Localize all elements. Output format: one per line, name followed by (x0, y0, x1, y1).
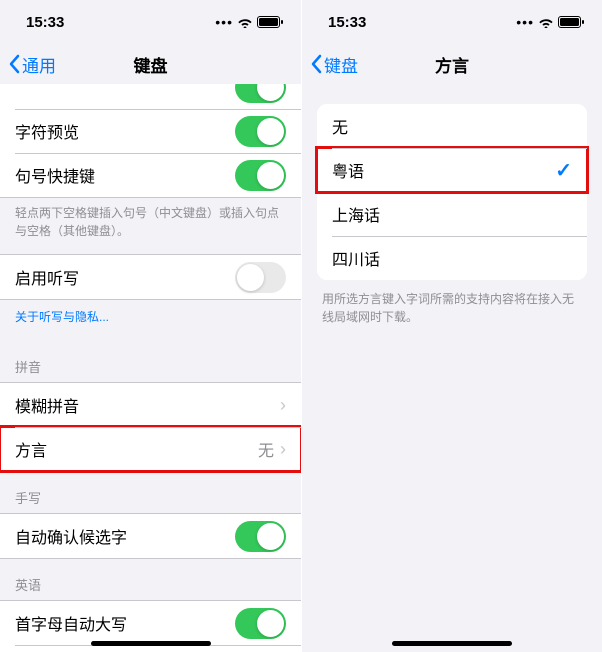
status-time: 15:33 (26, 14, 64, 31)
section-header-pinyin: 拼音 (0, 341, 301, 382)
status-indicators: ••• (215, 14, 283, 30)
content-scroll[interactable]: 无 粤语 ✓ 上海话 四川话 用所选方言键入字词所需的支持内容将在接入无线局域网… (302, 84, 602, 652)
back-label: 键盘 (324, 52, 358, 77)
content-scroll[interactable]: 字符预览 句号快捷键 轻点两下空格键插入句号（中文键盘）或插入句点与空格（其他键… (0, 84, 301, 652)
screen-keyboard-settings: 15:33 ••• 通用 键盘 字符预览 句号快捷键 (0, 0, 301, 652)
row-char-preview[interactable]: 字符预览 (0, 109, 301, 153)
row-label: 字符预览 (15, 119, 235, 143)
row-auto-confirm-candidate[interactable]: 自动确认候选字 (0, 514, 301, 558)
wifi-icon (237, 16, 253, 28)
group-pinyin: 模糊拼音 › 方言 无 › (0, 382, 301, 472)
footer-note: 用所选方言键入字词所需的支持内容将在接入无线局域网时下载。 (302, 280, 602, 336)
footer-note: 轻点两下空格键插入句号（中文键盘）或插入句点与空格（其他键盘）。 (0, 198, 301, 254)
battery-icon (558, 16, 584, 28)
chevron-left-icon (310, 54, 322, 74)
row-check-spelling[interactable]: 检查拼写 (0, 645, 301, 652)
row-label: 粤语 (332, 158, 555, 182)
chevron-right-icon: › (280, 440, 286, 458)
battery-icon (257, 16, 283, 28)
row-value: 无 (258, 437, 274, 461)
option-sichuanese[interactable]: 四川话 (317, 236, 587, 280)
status-bar: 15:33 ••• (302, 0, 602, 44)
row-label: 首字母自动大写 (15, 611, 235, 635)
row-label: 句号快捷键 (15, 163, 235, 187)
nav-bar: 键盘 方言 (302, 44, 602, 84)
status-time: 15:33 (328, 14, 366, 31)
row-auto-capitalize[interactable]: 首字母自动大写 (0, 601, 301, 645)
group-general-typing: 字符预览 句号快捷键 (0, 84, 301, 198)
row-label: 自动确认候选字 (15, 524, 235, 548)
nav-bar: 通用 键盘 (0, 44, 301, 84)
row-label: 模糊拼音 (15, 393, 280, 417)
toggle-switch[interactable] (235, 608, 286, 639)
ellipsis-icon: ••• (516, 14, 534, 30)
row-label: 方言 (15, 437, 258, 461)
option-cantonese[interactable]: 粤语 ✓ (317, 148, 587, 192)
row-truncated[interactable] (0, 84, 301, 109)
check-icon: ✓ (555, 158, 572, 183)
toggle-switch[interactable] (235, 262, 286, 293)
status-indicators: ••• (516, 14, 584, 30)
row-enable-dictation[interactable]: 启用听写 (0, 255, 301, 299)
group-dialect-options: 无 粤语 ✓ 上海话 四川话 (317, 104, 587, 280)
group-handwrite: 自动确认候选字 (0, 513, 301, 559)
screen-dialect-selection: 15:33 ••• 键盘 方言 无 粤语 ✓ 上海话 四川话 (301, 0, 602, 652)
toggle-switch[interactable] (235, 84, 286, 103)
section-header-handwrite: 手写 (0, 472, 301, 513)
option-none[interactable]: 无 (317, 104, 587, 148)
group-dictation: 启用听写 (0, 254, 301, 300)
row-fuzzy-pinyin[interactable]: 模糊拼音 › (0, 383, 301, 427)
home-indicator[interactable] (91, 641, 211, 646)
status-bar: 15:33 ••• (0, 0, 301, 44)
toggle-switch[interactable] (235, 116, 286, 147)
dictation-privacy-link[interactable]: 关于听写与隐私... (0, 300, 301, 341)
back-label: 通用 (22, 52, 56, 77)
row-dialect[interactable]: 方言 无 › (0, 427, 301, 471)
home-indicator[interactable] (392, 641, 512, 646)
nav-title: 方言 (435, 52, 469, 77)
row-label: 启用听写 (15, 265, 235, 289)
row-period-shortcut[interactable]: 句号快捷键 (0, 153, 301, 197)
wifi-icon (538, 16, 554, 28)
chevron-right-icon: › (280, 396, 286, 414)
back-button[interactable]: 通用 (8, 52, 56, 77)
toggle-switch[interactable] (235, 521, 286, 552)
back-button[interactable]: 键盘 (310, 52, 358, 77)
option-shanghainese[interactable]: 上海话 (317, 192, 587, 236)
row-label: 无 (332, 114, 572, 138)
ellipsis-icon: ••• (215, 14, 233, 30)
chevron-left-icon (8, 54, 20, 74)
section-header-english: 英语 (0, 559, 301, 600)
row-label: 四川话 (332, 246, 572, 270)
nav-title: 键盘 (134, 52, 168, 77)
toggle-switch[interactable] (235, 160, 286, 191)
row-label: 上海话 (332, 202, 572, 226)
